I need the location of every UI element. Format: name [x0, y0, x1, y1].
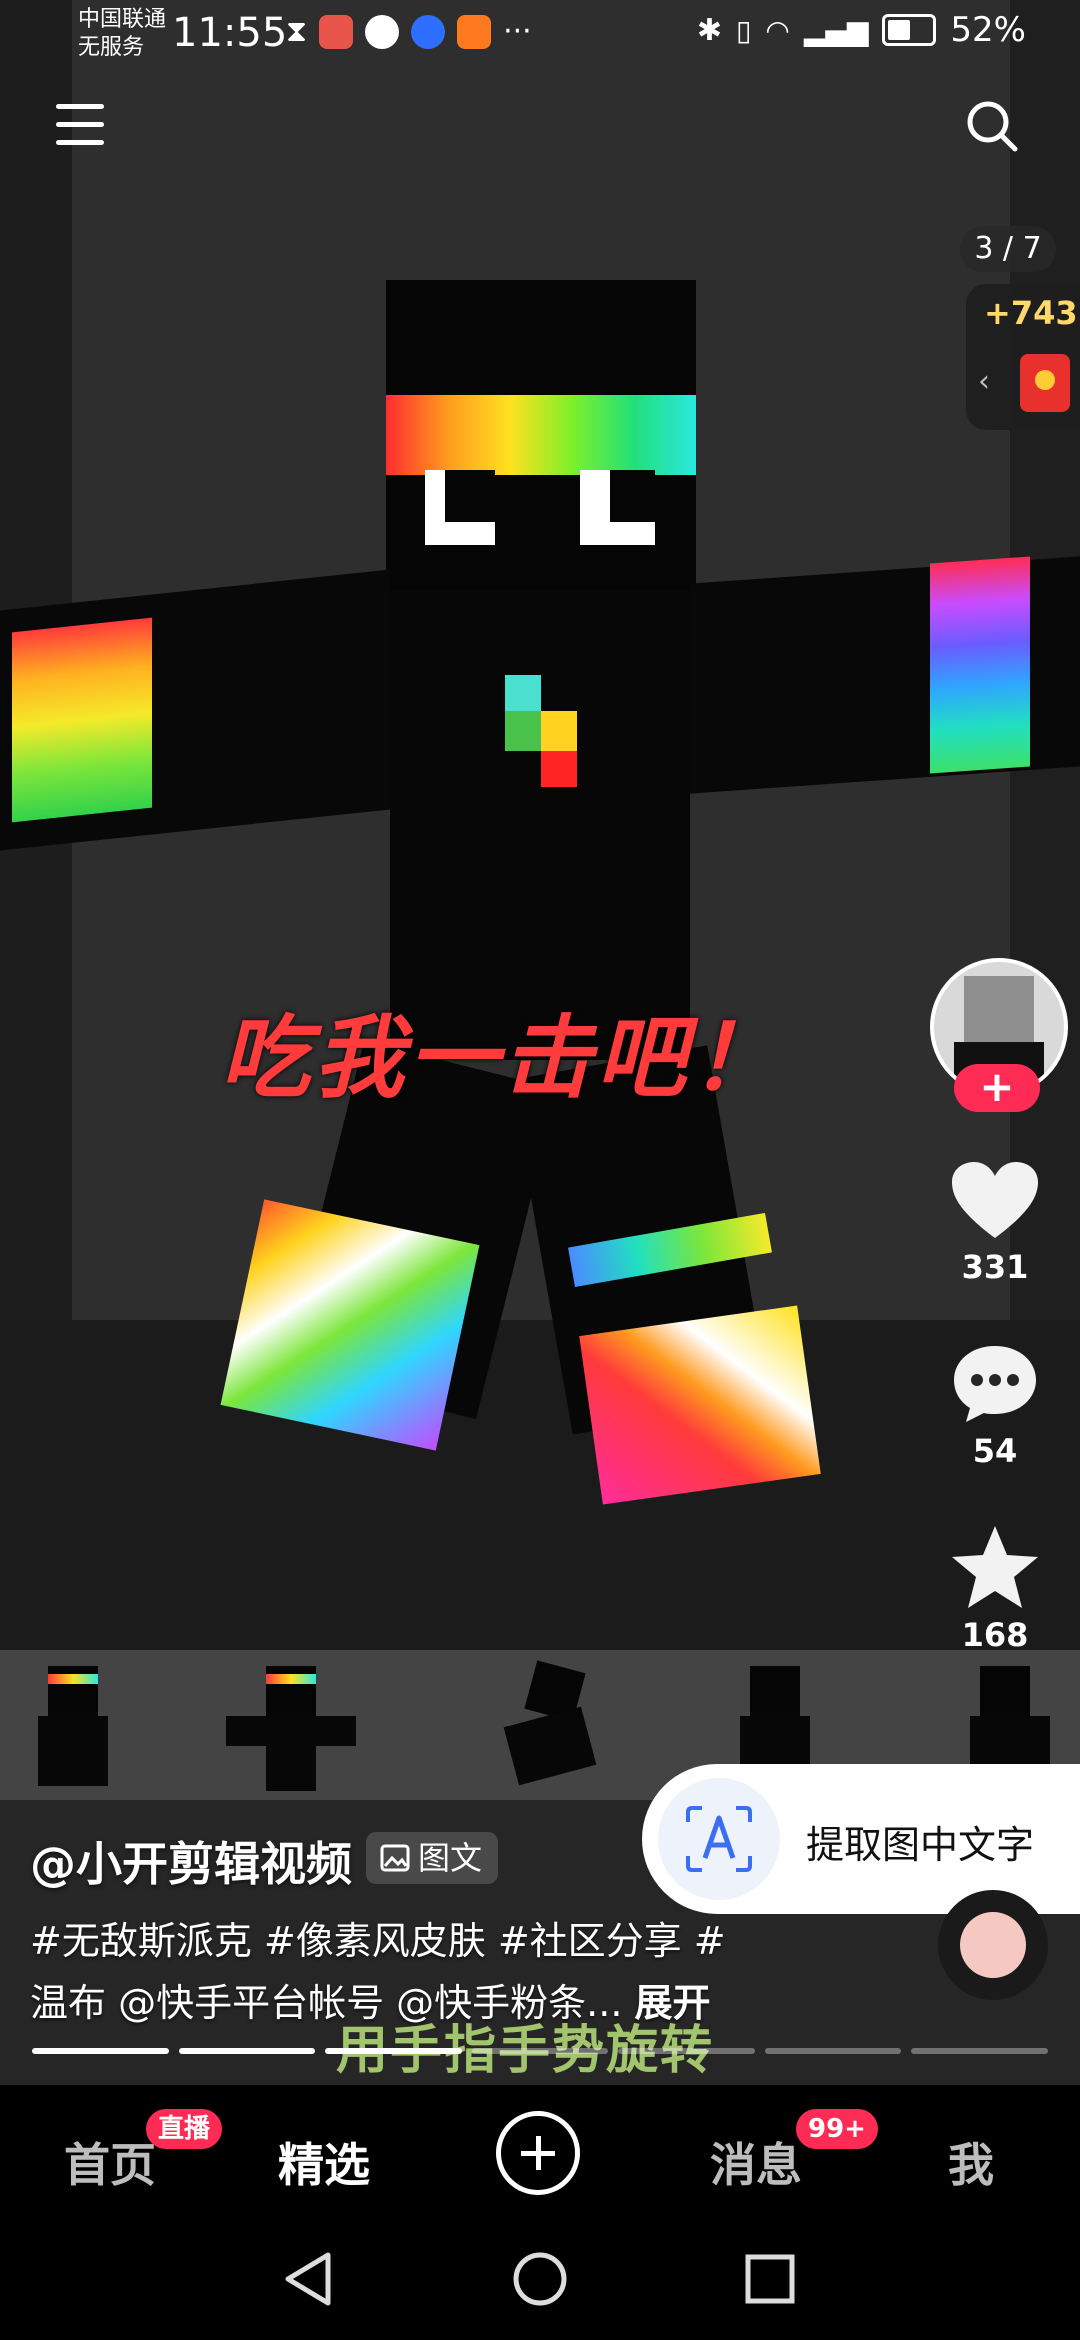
progress-segment: [911, 2048, 1049, 2054]
extract-text-popup[interactable]: 提取图中文字: [642, 1764, 1080, 1914]
status-bar: 中国联通 无服务 11:55 ⧗ ··· ✱ ▯ ◠ ▂▄▆ 52%: [0, 0, 1080, 72]
messages-badge: 99+: [796, 2109, 878, 2149]
red-packet-icon[interactable]: [1020, 354, 1070, 412]
text-recognition-icon: [658, 1778, 780, 1900]
vibrate-icon: ▯: [735, 13, 752, 47]
more-notifications-icon: ···: [503, 14, 532, 49]
star-icon: [952, 1526, 1038, 1608]
like-button[interactable]: 331: [945, 1160, 1045, 1286]
app-notification-icon: [319, 14, 354, 49]
bluetooth-icon: ✱: [696, 12, 722, 48]
menu-icon[interactable]: [56, 104, 104, 148]
comment-count: 54: [972, 1432, 1018, 1470]
video-app-icon: [457, 14, 492, 49]
coin-reward-widget[interactable]: +743 ‹: [966, 284, 1080, 430]
thumbnail[interactable]: [18, 1656, 138, 1796]
nav-featured[interactable]: 精选: [278, 2129, 370, 2195]
post-type-badge: 图文: [366, 1832, 499, 1884]
progress-segment: [32, 2048, 169, 2054]
progress-segment: [764, 2048, 902, 2054]
comment-button[interactable]: 54: [945, 1342, 1045, 1470]
bulb-app-icon: [411, 14, 446, 49]
page-indicator: 3 / 7: [960, 226, 1056, 272]
like-count: 331: [961, 1248, 1029, 1286]
chevron-left-icon[interactable]: ‹: [978, 364, 990, 399]
carrier-status: 无服务: [78, 35, 145, 60]
thumbnail[interactable]: [226, 1656, 356, 1796]
battery-icon: [882, 14, 937, 46]
heart-icon: [952, 1162, 1038, 1238]
battery-percent: 52%: [950, 10, 1026, 50]
progress-segment: [178, 2048, 316, 2054]
system-status: ✱ ▯ ◠ ▂▄▆ 52%: [697, 10, 1026, 50]
music-disc-icon[interactable]: [938, 1890, 1048, 2000]
favorite-button[interactable]: 168: [945, 1524, 1045, 1654]
comment-icon: [954, 1346, 1036, 1422]
clock: 11:55: [172, 10, 288, 56]
thumbnail[interactable]: [500, 1656, 620, 1796]
search-icon[interactable]: [964, 98, 1020, 154]
nav-messages[interactable]: 消息: [710, 2129, 802, 2195]
back-icon[interactable]: [282, 2251, 334, 2307]
follow-button[interactable]: +: [954, 1064, 1040, 1112]
gesture-hint: 用手指手势旋转: [336, 2021, 715, 2081]
caption-hashtags[interactable]: #无敌斯派克 #像素风皮肤 #社区分享 #: [30, 1910, 726, 1965]
create-post-button[interactable]: [496, 2111, 580, 2195]
nav-home[interactable]: 首页: [64, 2129, 156, 2195]
wifi-icon: ◠: [765, 13, 790, 47]
progress-segment: [618, 2048, 755, 2054]
recents-icon[interactable]: [744, 2253, 796, 2305]
signal-icon: ▂▄▆: [803, 13, 869, 47]
favorite-count: 168: [961, 1616, 1029, 1654]
coin-count: +743: [984, 294, 1078, 332]
image-icon: [380, 1844, 410, 1872]
system-navigation-bar: [0, 2225, 1080, 2340]
overlay-slogan: 吃我一击吧！: [220, 1006, 784, 1111]
carrier-name: 中国联通: [78, 7, 167, 32]
image-viewer[interactable]: 吃我一击吧！ 中国联通 无服务 11:55 ⧗ ··· ✱ ▯ ◠ ▂▄▆ 52…: [0, 0, 1080, 2085]
progress-segment: [325, 2048, 462, 2054]
carrier-info: 中国联通 无服务: [78, 6, 166, 62]
extract-text-label: 提取图中文字: [806, 1823, 1035, 1867]
author-name[interactable]: @小开剪辑视频: [30, 1828, 352, 1894]
bottom-navigation: 首页 直播 精选 消息 99+ 我: [0, 2085, 1080, 2225]
image-progress-bar: [32, 2048, 1049, 2054]
progress-segment: [471, 2048, 609, 2054]
home-icon[interactable]: [512, 2251, 568, 2307]
notification-icons: ⧗ ···: [286, 14, 532, 49]
character-figure: [0, 0, 1080, 1650]
hourglass-icon: ⧗: [286, 14, 308, 49]
live-badge: 直播: [146, 2109, 223, 2149]
post-type-label: 图文: [418, 1839, 483, 1877]
wechat-icon: [365, 14, 400, 49]
nav-me[interactable]: 我: [948, 2129, 994, 2195]
